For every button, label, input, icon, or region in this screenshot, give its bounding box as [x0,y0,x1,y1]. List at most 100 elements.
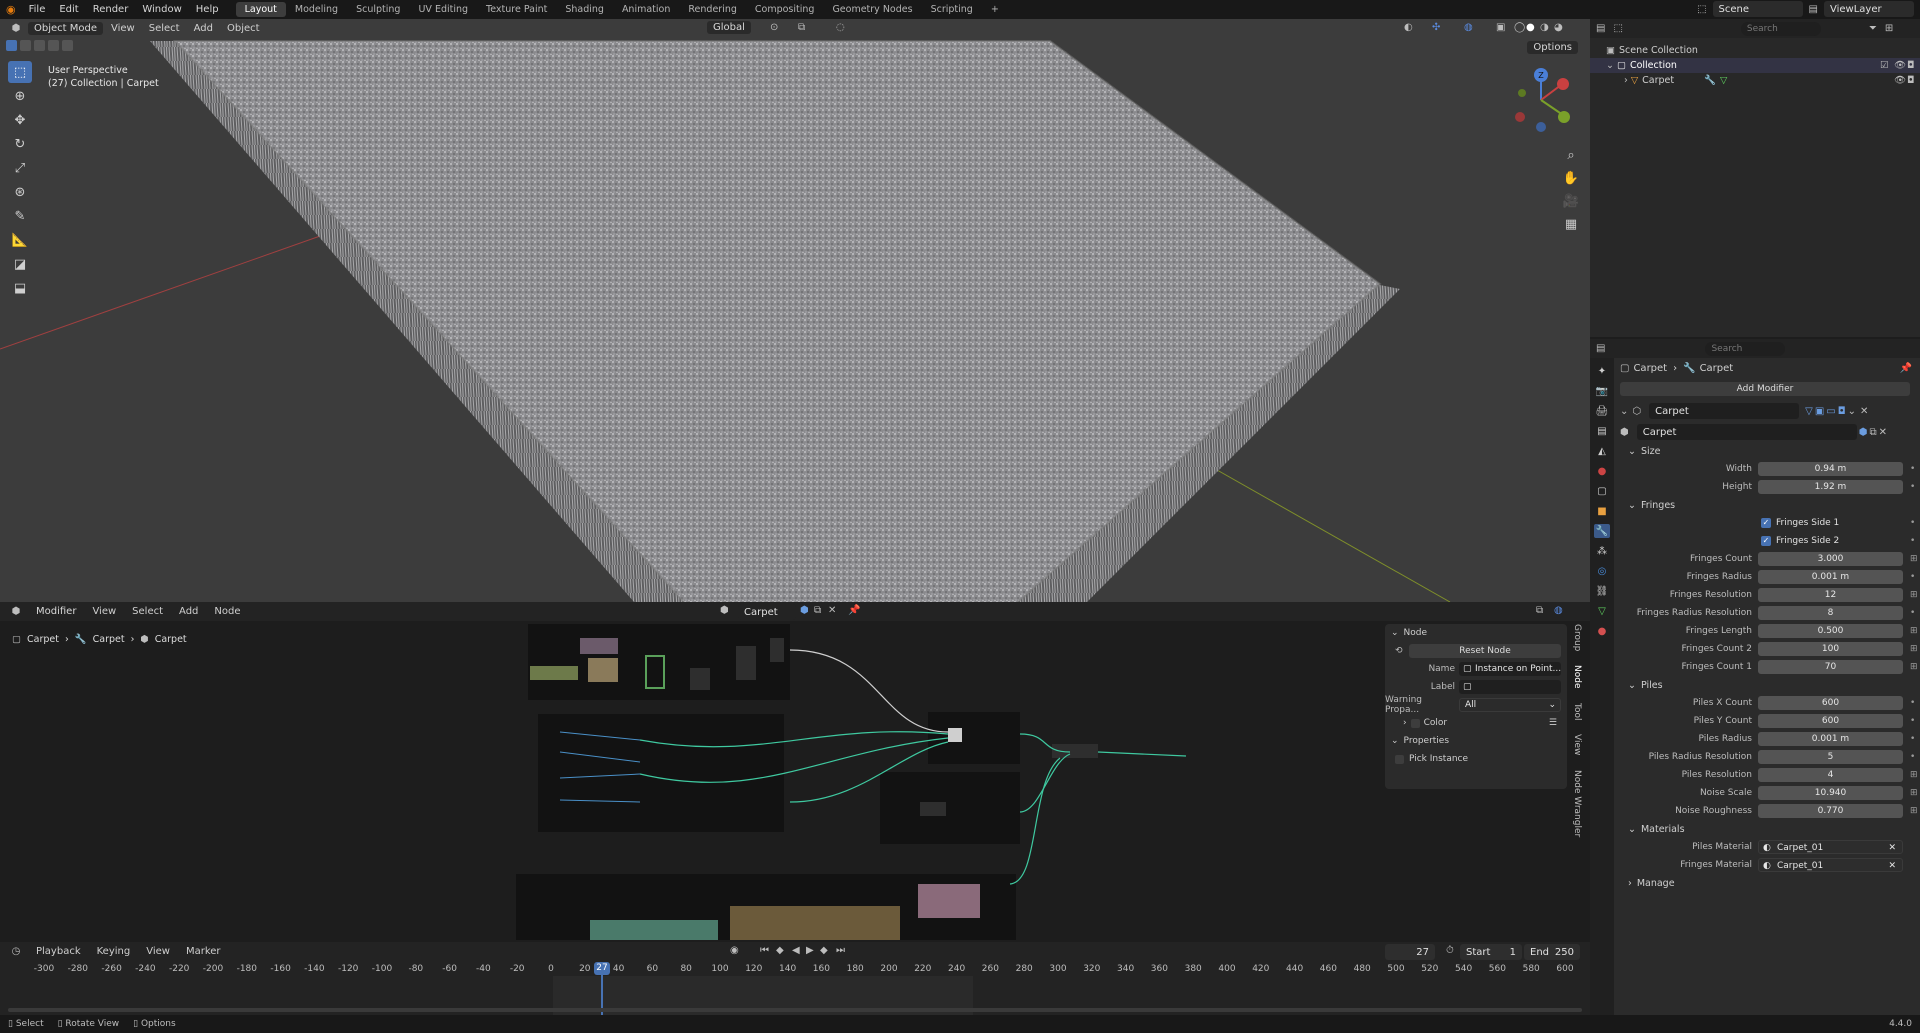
fake-user-icon[interactable]: ⬢ [1859,427,1868,438]
chevron-right-icon[interactable]: › [1624,75,1628,86]
clear-icon[interactable]: ✕ [1888,859,1896,873]
object-tab-icon[interactable]: ■ [1594,504,1610,518]
eye-icon[interactable]: 👁 [1894,75,1906,86]
prev-keyframe-icon[interactable]: ◆ [776,945,784,956]
end-frame-field[interactable]: End 250 [1524,944,1580,960]
blender-logo-icon[interactable]: ◉ [6,3,16,16]
3d-viewport[interactable]: ⬢ Object Mode View Select Add Object Glo… [0,19,1590,602]
outliner-search-input[interactable]: Search [1740,21,1821,36]
select-intersect-icon[interactable] [62,40,73,51]
gizmo-toggle-icon[interactable]: ✣ [1432,22,1440,33]
tab-texture-paint[interactable]: Texture Paint [477,2,556,17]
param-field[interactable]: 10.940 [1758,786,1903,800]
add-object-tool-icon[interactable]: ⬓ [8,277,32,299]
current-frame-field[interactable]: 27 [1385,944,1435,960]
tool-tab-icon[interactable]: ✦ [1594,364,1610,378]
tab-geometry-nodes[interactable]: Geometry Nodes [823,2,921,17]
reset-node-button[interactable]: Reset Node [1409,644,1561,658]
height-field[interactable]: 1.92 m [1758,480,1903,494]
modifier-wrench-icon[interactable]: 🔧 [1704,75,1716,86]
chevron-down-icon[interactable]: ⌄ [1620,406,1628,417]
add-cube-tool-icon[interactable]: ◪ [8,253,32,275]
zoom-icon[interactable]: ⌕ [1560,144,1582,166]
clear-icon[interactable]: ✕ [1888,841,1896,855]
viewport-menu-object[interactable]: Object [221,23,266,34]
camera-view-icon[interactable]: 🎥 [1560,190,1582,212]
add-modifier-button[interactable]: Add Modifier [1620,382,1910,396]
tab-shading[interactable]: Shading [556,2,613,17]
node-editor[interactable]: ⬢ Modifier View Select Add Node ⬢ Carpet… [0,602,1590,940]
snap-icon[interactable]: ⧉ [798,22,805,33]
attribute-toggle-icon[interactable]: ⊞ [1910,662,1918,672]
cursor-tool-icon[interactable]: ⊕ [8,85,32,107]
properties-search-input[interactable]: Search [1705,341,1786,356]
jump-end-icon[interactable]: ⏭ [836,945,845,956]
data-tab-icon[interactable]: ▽ [1594,604,1610,618]
ortho-toggle-icon[interactable]: ▦ [1560,213,1582,235]
outliner-editor-icon[interactable]: ▤ [1596,23,1605,34]
cage-toggle-icon[interactable]: ▣ [1815,406,1824,417]
editor-type-icon[interactable]: ⬢ [6,23,26,34]
keyframe-dot-icon[interactable]: • [1910,608,1915,618]
frame-ruler[interactable]: -300 -280 -260 -240 -220 -200 -180 -160 -140 -120… [0,964,1590,978]
keyframe-dot-icon[interactable]: • [1910,518,1915,528]
shading-material-icon[interactable]: ◑ [1540,22,1549,33]
viewport-menu-add[interactable]: Add [188,23,219,34]
attribute-toggle-icon[interactable]: ⊞ [1910,590,1918,600]
rotate-tool-icon[interactable]: ↻ [8,133,32,155]
node-graph[interactable] [0,602,1380,940]
tab-tool[interactable]: Tool [1572,703,1582,720]
piles-section[interactable]: ⌄ Piles [1616,676,1920,694]
modifier-dropdown-icon[interactable]: ⌄ [1848,406,1856,417]
play-icon[interactable]: ▶ [806,945,814,956]
param-field[interactable]: 4 [1758,768,1903,782]
pivot-icon[interactable]: ⊙ [770,22,778,33]
play-reverse-icon[interactable]: ◀ [792,945,800,956]
shading-solid-icon[interactable]: ● [1526,22,1535,33]
view-layer-tab-icon[interactable]: ▤ [1594,424,1610,438]
select-new-icon[interactable] [6,40,17,51]
tab-compositing[interactable]: Compositing [746,2,824,17]
properties-editor-icon[interactable]: ▤ [1596,343,1605,354]
node-section-header[interactable]: ⌄ Node [1385,624,1567,642]
timeline-editor-icon[interactable]: ◷ [6,946,26,957]
pick-instance-checkbox[interactable] [1395,754,1404,764]
stopwatch-icon[interactable]: ⏱ [1446,945,1454,956]
keyframe-dot-icon[interactable]: • [1910,572,1915,582]
param-field[interactable]: 0.001 m [1758,570,1903,584]
param-field[interactable]: 70 [1758,660,1903,674]
param-field[interactable]: 3.000 [1758,552,1903,566]
fringes-side2-checkbox[interactable]: ✓ [1761,536,1771,546]
param-field[interactable]: 8 [1758,606,1903,620]
timeline-menu-keying[interactable]: Keying [91,946,137,957]
annotate-tool-icon[interactable]: ✎ [8,205,32,227]
piles-material-field[interactable]: ◐ Carpet_01 ✕ [1758,840,1903,854]
pan-hand-icon[interactable]: ✋ [1560,167,1582,189]
render-camera-icon[interactable]: ◘ [1907,75,1915,86]
fringes-section[interactable]: ⌄ Fringes [1616,496,1920,514]
world-tab-icon[interactable]: ● [1594,464,1610,478]
timeline-scrollbar[interactable] [8,1008,1582,1012]
param-field[interactable]: 0.770 [1758,804,1903,818]
node-name-field[interactable]: ▢ Instance on Point... [1459,662,1561,676]
viewport-toggle-icon[interactable]: ▭ [1826,406,1835,417]
proportional-edit-icon[interactable]: ◌ [836,22,845,33]
shading-rendered-icon[interactable]: ◕ [1554,22,1563,33]
auto-key-icon[interactable]: ◉ [730,945,739,956]
list-icon[interactable]: ☰ [1549,718,1557,728]
output-tab-icon[interactable]: 🖨 [1594,404,1610,418]
attribute-toggle-icon[interactable]: ⊞ [1910,788,1918,798]
node-group-selector[interactable]: Carpet [1636,424,1857,440]
render-camera-icon[interactable]: ◘ [1907,60,1915,71]
jump-start-icon[interactable]: ⏮ [760,945,769,956]
chevron-down-icon[interactable]: ⌄ [1606,60,1614,71]
constraints-tab-icon[interactable]: ⛓ [1594,584,1610,598]
tab-view[interactable]: View [1572,734,1582,755]
param-field[interactable]: 0.500 [1758,624,1903,638]
keyframe-dot-icon[interactable]: • [1910,464,1915,474]
tree-object-carpet[interactable]: › ▽ Carpet 🔧 ▽ 👁 ◘ [1590,73,1920,88]
param-field[interactable]: 5 [1758,750,1903,764]
keyframe-dot-icon[interactable]: • [1910,536,1915,546]
attribute-toggle-icon[interactable]: ⊞ [1910,644,1918,654]
width-field[interactable]: 0.94 m [1758,462,1903,476]
